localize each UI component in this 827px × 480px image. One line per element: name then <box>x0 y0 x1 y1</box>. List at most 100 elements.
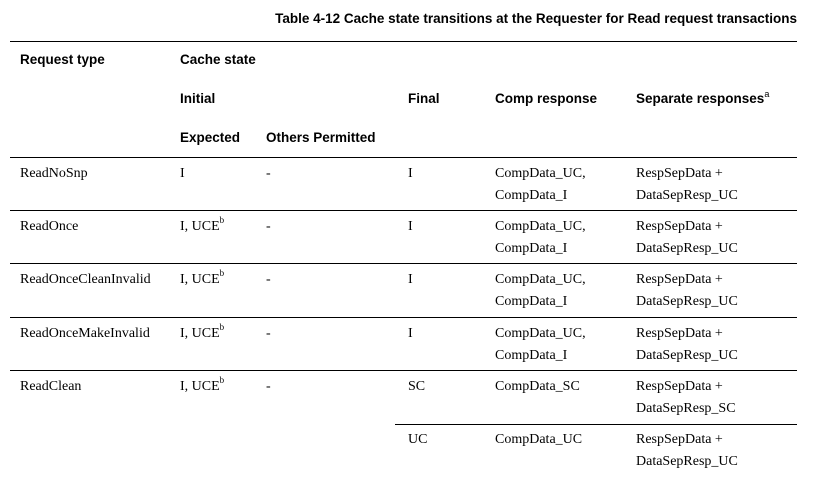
cell-comp-response-line1: CompData_UC, <box>495 269 586 291</box>
cell-comp-response-line2-text: CompData_I <box>495 187 568 203</box>
cell-separate-responses-line2-text: DataSepResp_UC <box>636 187 738 203</box>
cell-comp-response-line1: CompData_UC, <box>495 323 586 345</box>
cell-others-permitted-text: - <box>266 379 271 394</box>
cell-others-permitted: - <box>266 376 271 398</box>
cell-final: I <box>408 269 413 291</box>
header-others-permitted: Others Permitted <box>266 130 376 145</box>
cell-separate-responses-line1: RespSepData + <box>636 376 723 398</box>
header-cache-state: Cache state <box>180 52 256 67</box>
cell-separate-responses-line2: DataSepResp_UC <box>636 345 738 367</box>
cell-others-permitted-text: - <box>266 326 271 341</box>
cell-comp-response-line2-text: CompData_I <box>495 240 568 256</box>
cell-comp-response-line2: CompData_I <box>495 238 567 260</box>
cell-comp-response-line2-text: CompData_I <box>495 293 568 309</box>
cell-final: I <box>408 323 413 345</box>
cell-expected: I <box>180 163 185 185</box>
header-expected: Expected <box>180 130 241 145</box>
header-separate-responses: Separate responsesa <box>636 88 770 106</box>
cell-expected: I, UCEb <box>180 216 224 238</box>
row-divider <box>10 263 797 264</box>
cell-separate-responses-line2: DataSepResp_UC <box>636 185 738 207</box>
cell-final-text: I <box>408 166 413 181</box>
footnote-marker: a <box>764 88 770 99</box>
cell-others-permitted-text: - <box>266 272 271 287</box>
header-comp-response: Comp response <box>495 91 598 106</box>
cell-comp-response-line1: CompData_UC, <box>495 163 586 185</box>
cell-final-text: I <box>408 219 413 234</box>
cell-request-type: ReadNoSnp <box>20 163 88 185</box>
cell-request-type-text: ReadOnce <box>20 219 79 234</box>
footnote-marker: b <box>219 215 225 226</box>
cell-expected-text: I, UCE <box>180 272 220 287</box>
cell-others-permitted-text: - <box>266 219 271 234</box>
cell-final-text: SC <box>408 379 426 394</box>
cell-expected: I, UCEb <box>180 269 224 291</box>
cell-comp-response-line2: CompData_I <box>495 291 567 313</box>
cell-final-text: UC <box>408 432 428 447</box>
cell-request-type: ReadOnceCleanInvalid <box>20 269 151 291</box>
cell-expected-text: I <box>180 166 185 181</box>
cell-separate-responses-line2-text: DataSepResp_UC <box>636 293 738 309</box>
sub-row-divider <box>395 424 797 425</box>
cell-separate-responses-line1-text: RespSepData + <box>636 166 723 181</box>
footnote-marker: b <box>219 375 225 386</box>
cell-expected-text: I, UCE <box>180 379 220 394</box>
cell-separate-responses-line1: RespSepData + <box>636 429 723 451</box>
cell-comp-response-line1-text: CompData_UC <box>495 432 583 447</box>
cell-request-type-text: ReadOnceCleanInvalid <box>20 272 151 287</box>
cell-request-type: ReadClean <box>20 376 81 398</box>
cell-request-type: ReadOnce <box>20 216 78 238</box>
cell-comp-response-line1-text: CompData_UC, <box>495 272 586 287</box>
cell-comp-response-line1: CompData_SC <box>495 376 580 398</box>
cell-comp-response-line1: CompData_UC, <box>495 216 586 238</box>
row-divider <box>10 317 797 318</box>
cell-request-type-text: ReadOnceMakeInvalid <box>20 326 150 341</box>
footnote-marker: b <box>219 322 225 333</box>
cell-comp-response-line1-text: CompData_SC <box>495 379 580 394</box>
cell-comp-response-line2-text: CompData_I <box>495 347 568 363</box>
cell-comp-response-line1-text: CompData_UC, <box>495 326 586 341</box>
cell-expected: I, UCEb <box>180 376 224 398</box>
cell-separate-responses-line2: DataSepResp_UC <box>636 291 738 313</box>
row-divider <box>10 370 797 371</box>
cell-separate-responses-line1-text: RespSepData + <box>636 219 723 234</box>
cell-expected: I, UCEb <box>180 323 224 345</box>
cell-final-text: I <box>408 272 413 287</box>
cell-others-permitted-text: - <box>266 166 271 181</box>
header-initial: Initial <box>180 91 216 106</box>
table-caption: Table 4-12 Cache state transitions at th… <box>275 11 797 26</box>
cell-final: I <box>408 216 413 238</box>
cell-separate-responses-line1-text: RespSepData + <box>636 432 723 447</box>
cell-separate-responses-line1-text: RespSepData + <box>636 272 723 287</box>
cell-final: I <box>408 163 413 185</box>
footnote-marker: b <box>219 268 225 279</box>
cell-separate-responses-line2: DataSepResp_SC <box>636 398 736 420</box>
cell-comp-response-line1-text: CompData_UC, <box>495 166 586 181</box>
cell-final: UC <box>408 429 427 451</box>
cell-request-type-text: ReadClean <box>20 379 82 394</box>
cell-comp-response-line2: CompData_I <box>495 345 567 367</box>
cell-separate-responses-line2-text: DataSepResp_UC <box>636 453 738 469</box>
table-top-rule <box>10 41 797 42</box>
cell-expected-text: I, UCE <box>180 219 220 234</box>
cell-others-permitted: - <box>266 269 271 291</box>
cell-separate-responses-line2-text: DataSepResp_UC <box>636 347 738 363</box>
cell-separate-responses-line1-text: RespSepData + <box>636 326 723 341</box>
cell-comp-response-line1-text: CompData_UC, <box>495 219 586 234</box>
header-bottom-rule <box>10 157 797 158</box>
cell-final-text: I <box>408 326 413 341</box>
cell-expected-text: I, UCE <box>180 326 220 341</box>
cell-separate-responses-line1: RespSepData + <box>636 163 723 185</box>
cell-others-permitted: - <box>266 323 271 345</box>
cell-separate-responses-line1: RespSepData + <box>636 216 723 238</box>
cell-final: SC <box>408 376 425 398</box>
cell-comp-response-line1: CompData_UC <box>495 429 582 451</box>
cell-separate-responses-line2: DataSepResp_UC <box>636 238 738 260</box>
row-divider <box>10 210 797 211</box>
cell-separate-responses-line2: DataSepResp_UC <box>636 451 738 473</box>
cell-others-permitted: - <box>266 216 271 238</box>
cell-separate-responses-line2-text: DataSepResp_UC <box>636 240 738 256</box>
cell-request-type-text: ReadNoSnp <box>20 166 88 181</box>
header-final: Final <box>408 91 440 106</box>
header-request-type: Request type <box>20 52 105 67</box>
